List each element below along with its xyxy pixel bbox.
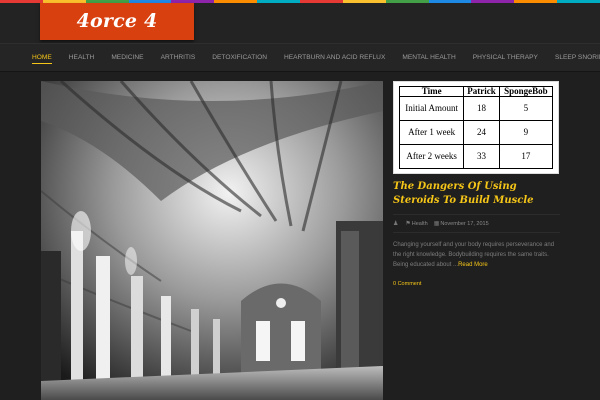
- post-column: Time Patrick SpongeBob Initial Amount 18…: [393, 81, 560, 400]
- table-cell: 17: [498, 144, 554, 169]
- post-excerpt: Changing yourself and your body requires…: [393, 240, 560, 270]
- nav-item-health[interactable]: Health: [69, 44, 95, 71]
- table-cell: 9: [498, 120, 554, 145]
- table-cell: 18: [463, 96, 500, 121]
- table-header: Time: [398, 86, 465, 97]
- table-header: Patrick: [463, 86, 500, 97]
- table-cell: 33: [463, 144, 500, 169]
- nav-item-arthritis[interactable]: Arthritis: [161, 44, 196, 71]
- table-cell: After 2 weeks: [398, 144, 465, 169]
- calendar-icon: ▦: [433, 221, 440, 227]
- category-label: Health: [411, 221, 428, 227]
- vaulted-corridor-photo: [41, 81, 383, 400]
- table-cell: Initial Amount: [398, 96, 465, 121]
- main-navigation: Home Health Medicine Arthritis Detoxificatio…: [0, 43, 600, 72]
- category-link[interactable]: ⚑Health: [405, 220, 427, 227]
- post-date[interactable]: ▦November 17, 2015: [434, 220, 489, 227]
- nav-item-physical-therapy[interactable]: Physical Therapy: [473, 44, 538, 71]
- nav-item-heartburn-and-acid-reflux[interactable]: Heartburn and Acid Reflux: [284, 44, 385, 71]
- post-meta: ♟ ⚑Health ▦November 17, 2015: [393, 214, 560, 233]
- table-row: After 2 weeks 33 17: [398, 144, 554, 169]
- site-logo[interactable]: 4orce 4 Health: [40, 3, 194, 69]
- nav-item-mental-health[interactable]: Mental Health: [402, 44, 455, 71]
- nav-item-sleep-snoring[interactable]: Sleep Snoring: [555, 44, 600, 71]
- table-cell: 24: [463, 120, 500, 145]
- date-label: November 17, 2015: [440, 221, 489, 227]
- comments-link[interactable]: 0 Comment: [393, 281, 560, 287]
- nav-menu: Home Health Medicine Arthritis Detoxificatio…: [32, 44, 600, 71]
- nav-item-detoxification[interactable]: Detoxification: [212, 44, 267, 71]
- thumbnail-table: Time Patrick SpongeBob Initial Amount 18…: [398, 86, 554, 169]
- post-thumbnail[interactable]: Time Patrick SpongeBob Initial Amount 18…: [393, 81, 559, 174]
- table-row: Initial Amount 18 5: [398, 96, 554, 121]
- tag-icon: ⚑: [405, 221, 411, 227]
- author-icon[interactable]: ♟: [393, 220, 398, 227]
- read-more-link[interactable]: Read More: [458, 262, 488, 268]
- table-cell: After 1 week: [398, 120, 465, 145]
- table-header: SpongeBob: [498, 86, 554, 97]
- table-cell: 5: [498, 96, 554, 121]
- table-row: After 1 week 24 9: [398, 120, 554, 145]
- featured-image[interactable]: [41, 81, 383, 400]
- post-title[interactable]: The Dangers Of Using Steroids To Build M…: [393, 180, 560, 208]
- nav-item-home[interactable]: Home: [32, 44, 52, 71]
- nav-item-medicine[interactable]: Medicine: [111, 44, 143, 71]
